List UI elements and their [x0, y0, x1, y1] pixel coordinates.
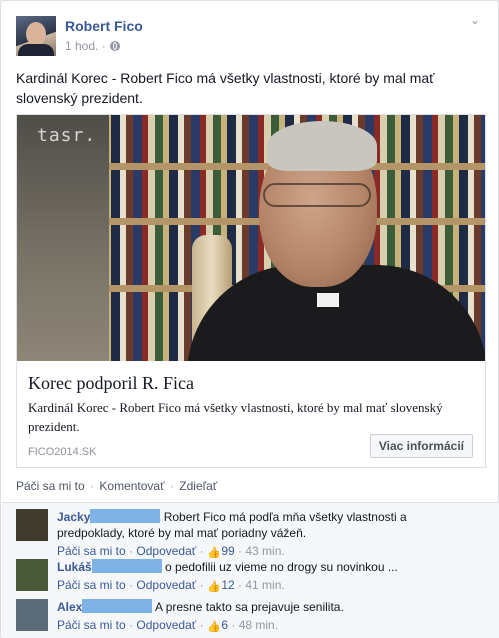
post-timestamp: 1 hod. · [65, 39, 120, 53]
comment-body: Jacky Robert Fico má podľa mňa všetky vl… [57, 509, 477, 559]
comment-reply-link[interactable]: Odpovedať [136, 544, 196, 558]
comment-author-wrap: Jacky [57, 509, 161, 524]
commenter-avatar[interactable] [16, 559, 48, 591]
redaction-bar [91, 559, 162, 573]
comment-time[interactable]: 41 min. [245, 578, 284, 592]
image-left-wall [17, 115, 109, 361]
redaction-bar [90, 509, 161, 523]
separator: · [129, 544, 134, 558]
avatar-face [26, 22, 46, 46]
news-feed-post: Robert Fico 1 hod. · ⌄ Kardinál Korec - … [0, 0, 499, 638]
author-avatar[interactable] [16, 16, 56, 56]
post-actions: Páči sa mi to · Komentovať · Zdieľať [16, 479, 217, 493]
comment-author-wrap: Alex [57, 599, 153, 614]
separator: · [129, 578, 134, 592]
comment-body: Lukáš o pedofilii uz vieme no drogy su n… [57, 559, 477, 593]
separator: · [238, 578, 243, 592]
comment-like-count[interactable]: 12 [221, 578, 234, 592]
like-link[interactable]: Páči sa mi to [16, 479, 85, 493]
commenter-avatar[interactable] [16, 509, 48, 541]
comment-reply-link[interactable]: Odpovedať [136, 618, 196, 632]
comment-reply-link[interactable]: Odpovedať [136, 578, 196, 592]
separator: · [169, 479, 174, 493]
comment-body: Alex A presne takto sa prejavuje senilit… [57, 599, 477, 633]
author-name[interactable]: Robert Fico [65, 18, 143, 34]
post-text: Kardinál Korec - Robert Fico má všetky v… [16, 70, 435, 106]
commenter-avatar[interactable] [16, 599, 48, 631]
person-hair [267, 121, 377, 171]
chevron-down-icon[interactable]: ⌄ [470, 14, 484, 26]
avatar-suit [18, 44, 54, 56]
separator: · [90, 479, 95, 493]
separator: · [199, 544, 204, 558]
comment-time[interactable]: 43 min. [245, 544, 284, 558]
comment-meta: Páči sa mi to · Odpovedať · 👍 99 · 43 mi… [57, 543, 477, 559]
comment-text: A presne takto sa prejavuje senilita. [155, 600, 344, 614]
separator: · [199, 618, 204, 632]
comment-like-count[interactable]: 6 [221, 618, 228, 632]
comment-like-link[interactable]: Páči sa mi to [57, 544, 126, 558]
comment-meta: Páči sa mi to · Odpovedať · 👍 12 · 41 mi… [57, 577, 477, 593]
link-preview-image[interactable]: tasr. [17, 115, 485, 361]
separator: · [238, 544, 243, 558]
comments-section: Jacky Robert Fico má podľa mňa všetky vl… [2, 502, 499, 638]
separator: · [129, 618, 134, 632]
comment-link[interactable]: Komentovať [99, 479, 164, 493]
redaction-bar [82, 599, 153, 613]
comment-text: o pedofilii uz vieme no drogy su novinko… [165, 560, 398, 574]
comment-author-wrap: Lukáš [57, 559, 162, 574]
link-description: Kardinál Korec - Robert Fico má všetky v… [28, 400, 443, 434]
comment-like-link[interactable]: Páči sa mi to [57, 578, 126, 592]
comment-meta: Páči sa mi to · Odpovedať · 👍 6 · 48 min… [57, 617, 477, 633]
post-time[interactable]: 1 hod. · [65, 39, 106, 53]
share-link[interactable]: Zdieľať [179, 479, 217, 493]
tasr-watermark: tasr. [37, 125, 97, 146]
link-preview-card[interactable]: tasr. Korec podporil R. Fica Kardinál Ko… [16, 114, 486, 468]
link-title[interactable]: Korec podporil R. Fica [28, 373, 194, 394]
separator: · [199, 578, 204, 592]
comment-author[interactable]: Lukáš [57, 560, 92, 574]
person-collar [317, 293, 339, 307]
thumbs-up-icon: 👍 [206, 581, 221, 593]
separator: · [231, 618, 236, 632]
globe-icon [109, 41, 120, 51]
more-info-button[interactable]: Viac informácií [369, 434, 473, 458]
thumbs-up-icon: 👍 [206, 547, 221, 559]
link-domain: FICO2014.SK [28, 446, 97, 458]
comment-author[interactable]: Jacky [57, 510, 90, 524]
comment-author[interactable]: Alex [57, 600, 82, 614]
person-glasses [263, 183, 371, 207]
comment-like-count[interactable]: 99 [221, 544, 234, 558]
comment-time[interactable]: 48 min. [239, 618, 278, 632]
thumbs-up-icon: 👍 [206, 621, 221, 633]
comment-like-link[interactable]: Páči sa mi to [57, 618, 126, 632]
